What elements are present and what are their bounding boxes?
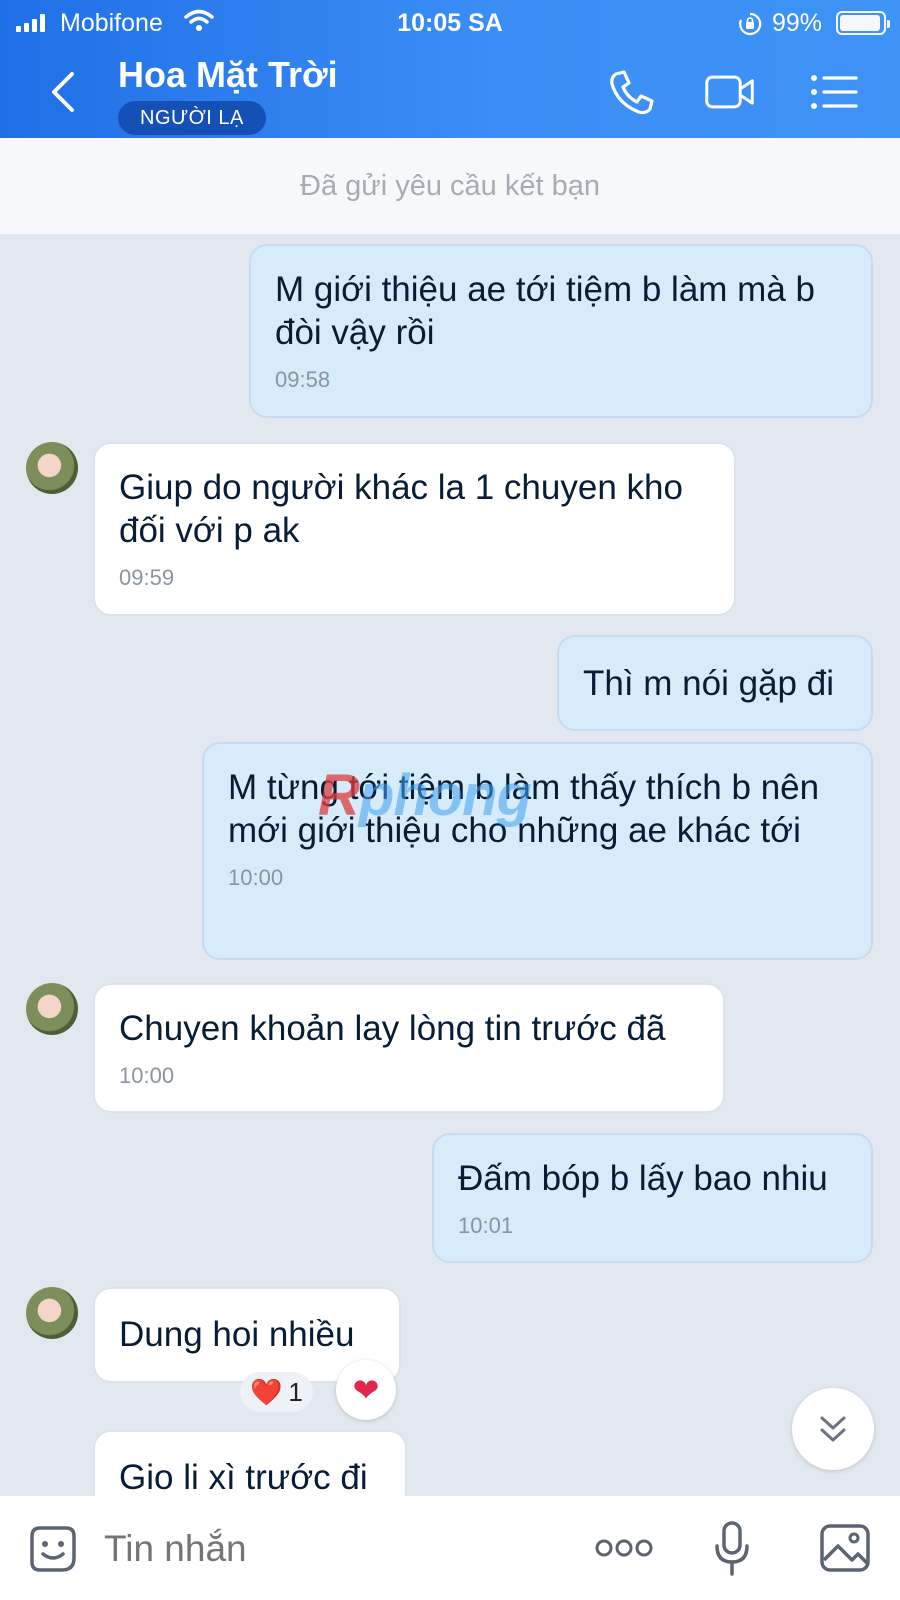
sticker-icon[interactable] <box>26 1522 80 1576</box>
message-bubble-outgoing[interactable]: M từng tới tiệm b làm thấy thích b nên m… <box>202 742 873 960</box>
image-icon[interactable] <box>818 1522 872 1574</box>
battery-percent: 99% <box>772 9 823 37</box>
microphone-icon[interactable] <box>712 1520 752 1578</box>
message-text: Đấm bóp b lấy bao nhiu <box>458 1159 828 1198</box>
status-bar: Mobifone 10:05 SA 99% <box>0 0 900 44</box>
add-reaction-button[interactable]: ❤ <box>336 1360 396 1420</box>
contact-avatar[interactable] <box>26 1287 78 1339</box>
rotation-lock-icon <box>739 12 762 36</box>
back-icon[interactable] <box>44 70 80 114</box>
menu-list-icon[interactable] <box>808 68 860 116</box>
more-dots-icon[interactable] <box>594 1536 654 1560</box>
message-text: Chuyen khoản lay lòng tin trước đã <box>119 1009 666 1048</box>
message-text: Giup do người khác la 1 chuyen kho đối v… <box>119 468 683 550</box>
message-text: Thì m nói gặp đi <box>583 664 834 703</box>
contact-avatar[interactable] <box>26 983 78 1035</box>
message-bubble-incoming[interactable]: Chuyen khoản lay lòng tin trước đã 10:00 <box>93 983 725 1113</box>
chat-header: Mobifone 10:05 SA 99% Hoa Mặt Trời NGƯỜI… <box>0 0 900 138</box>
message-text: Dung hoi nhiều <box>119 1315 355 1354</box>
message-bubble-outgoing[interactable]: Thì m nói gặp đi <box>557 635 873 731</box>
battery-icon <box>836 11 890 35</box>
video-call-icon[interactable] <box>704 68 756 116</box>
friend-request-status: Đã gửi yêu cầu kết bạn <box>0 138 900 234</box>
message-bubble-outgoing[interactable]: M giới thiệu ae tới tiệm b làm mà b đòi … <box>249 244 873 418</box>
message-text: Gio li xì trước đi <box>119 1458 368 1497</box>
message-text: M giới thiệu ae tới tiệm b làm mà b đòi … <box>275 270 815 352</box>
contact-name[interactable]: Hoa Mặt Trời <box>118 54 338 96</box>
heart-reaction-icon: ❤️ <box>250 1377 283 1407</box>
contact-avatar[interactable] <box>26 442 78 494</box>
message-bubble-incoming[interactable]: Giup do người khác la 1 chuyen kho đối v… <box>93 442 736 616</box>
watermark-logo: Rphong <box>318 763 532 828</box>
message-input[interactable] <box>104 1528 524 1570</box>
message-time: 10:00 <box>119 1063 175 1088</box>
message-time: 09:58 <box>275 367 331 392</box>
double-chevron-down-icon <box>820 1416 846 1442</box>
message-time: 10:01 <box>458 1213 514 1238</box>
reaction-count: 1 <box>288 1377 303 1407</box>
reaction-summary[interactable]: ❤️ 1 <box>240 1372 313 1412</box>
heart-icon: ❤ <box>352 1372 380 1408</box>
message-bubble-outgoing[interactable]: Đấm bóp b lấy bao nhiu 10:01 <box>432 1133 873 1263</box>
message-time: 10:00 <box>228 865 284 890</box>
message-time: 09:59 <box>119 565 175 590</box>
clock: 10:05 SA <box>397 9 503 37</box>
scroll-to-bottom-button[interactable] <box>792 1388 874 1470</box>
phone-icon[interactable] <box>606 68 658 116</box>
stranger-badge: NGƯỜI LẠ <box>118 101 266 135</box>
